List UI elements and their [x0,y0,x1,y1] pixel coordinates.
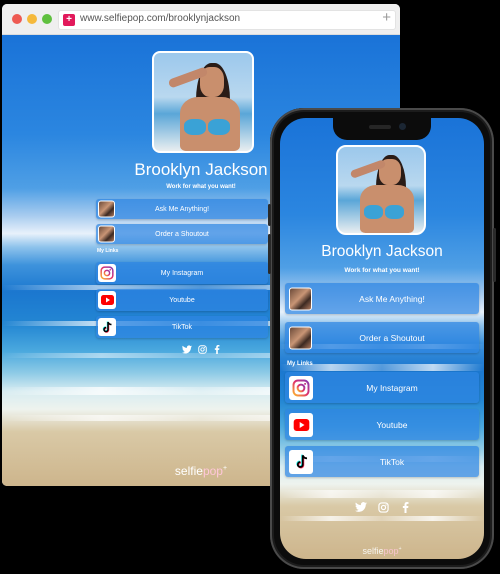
facebook-icon[interactable] [210,343,224,355]
instagram-icon[interactable] [194,343,210,355]
profile-photo [336,145,426,235]
youtube-link[interactable]: Youtube [96,289,268,311]
my-instagram-link[interactable]: My Instagram [96,262,268,284]
order-shoutout-button[interactable]: Order a Shoutout [96,224,268,244]
minimize-window-button[interactable] [27,14,37,24]
twitter-icon[interactable] [350,500,372,514]
twitter-icon[interactable] [180,343,194,355]
new-tab-icon[interactable]: + [382,9,391,26]
close-window-button[interactable] [12,14,22,24]
selfiepop-favicon-icon: + [63,14,75,26]
url-text[interactable]: www.selfiepop.com/brooklynjackson [80,13,240,24]
order-shoutout-button[interactable]: Order a Shoutout [285,322,479,353]
profile-tagline: Work for what you want! [344,267,420,274]
social-icons [350,500,416,514]
phone-notch [333,118,431,140]
address-bar[interactable]: + www.selfiepop.com/brooklynjackson + [58,9,396,30]
link-label: TikTok [172,323,192,331]
link-label: Youtube [169,296,195,304]
tiktok-link[interactable]: TikTok [96,316,268,338]
phone-mockup: Brooklyn Jackson Work for what you want!… [268,108,496,569]
my-instagram-link[interactable]: My Instagram [285,372,479,403]
tiktok-link[interactable]: TikTok [285,446,479,477]
service-label: Ask Me Anything! [154,205,210,213]
social-icons [180,343,224,355]
facebook-icon[interactable] [394,500,416,514]
ask-me-anything-button[interactable]: Ask Me Anything! [96,199,268,219]
profile-name: Brooklyn Jackson [321,243,443,260]
service-label: Order a Shoutout [155,230,209,238]
service-label: Order a Shoutout [359,332,425,343]
link-label: My Instagram [160,269,204,277]
my-links-heading: My Links [287,361,313,367]
link-label: My Instagram [366,382,418,393]
selfiepop-logo[interactable]: selfiepop+ [280,546,484,556]
phone-screen: Brooklyn Jackson Work for what you want!… [280,118,484,559]
link-label: TikTok [379,456,405,467]
link-label: Youtube [376,419,408,430]
browser-toolbar: + www.selfiepop.com/brooklynjackson + [2,4,400,35]
instagram-icon[interactable] [372,500,394,514]
ask-me-anything-button[interactable]: Ask Me Anything! [285,283,479,314]
front-camera-icon [399,123,406,130]
youtube-link[interactable]: Youtube [285,409,479,440]
service-label: Ask Me Anything! [359,293,425,304]
maximize-window-button[interactable] [42,14,52,24]
profile-photo [152,51,254,153]
my-links-heading: My Links [97,248,119,254]
